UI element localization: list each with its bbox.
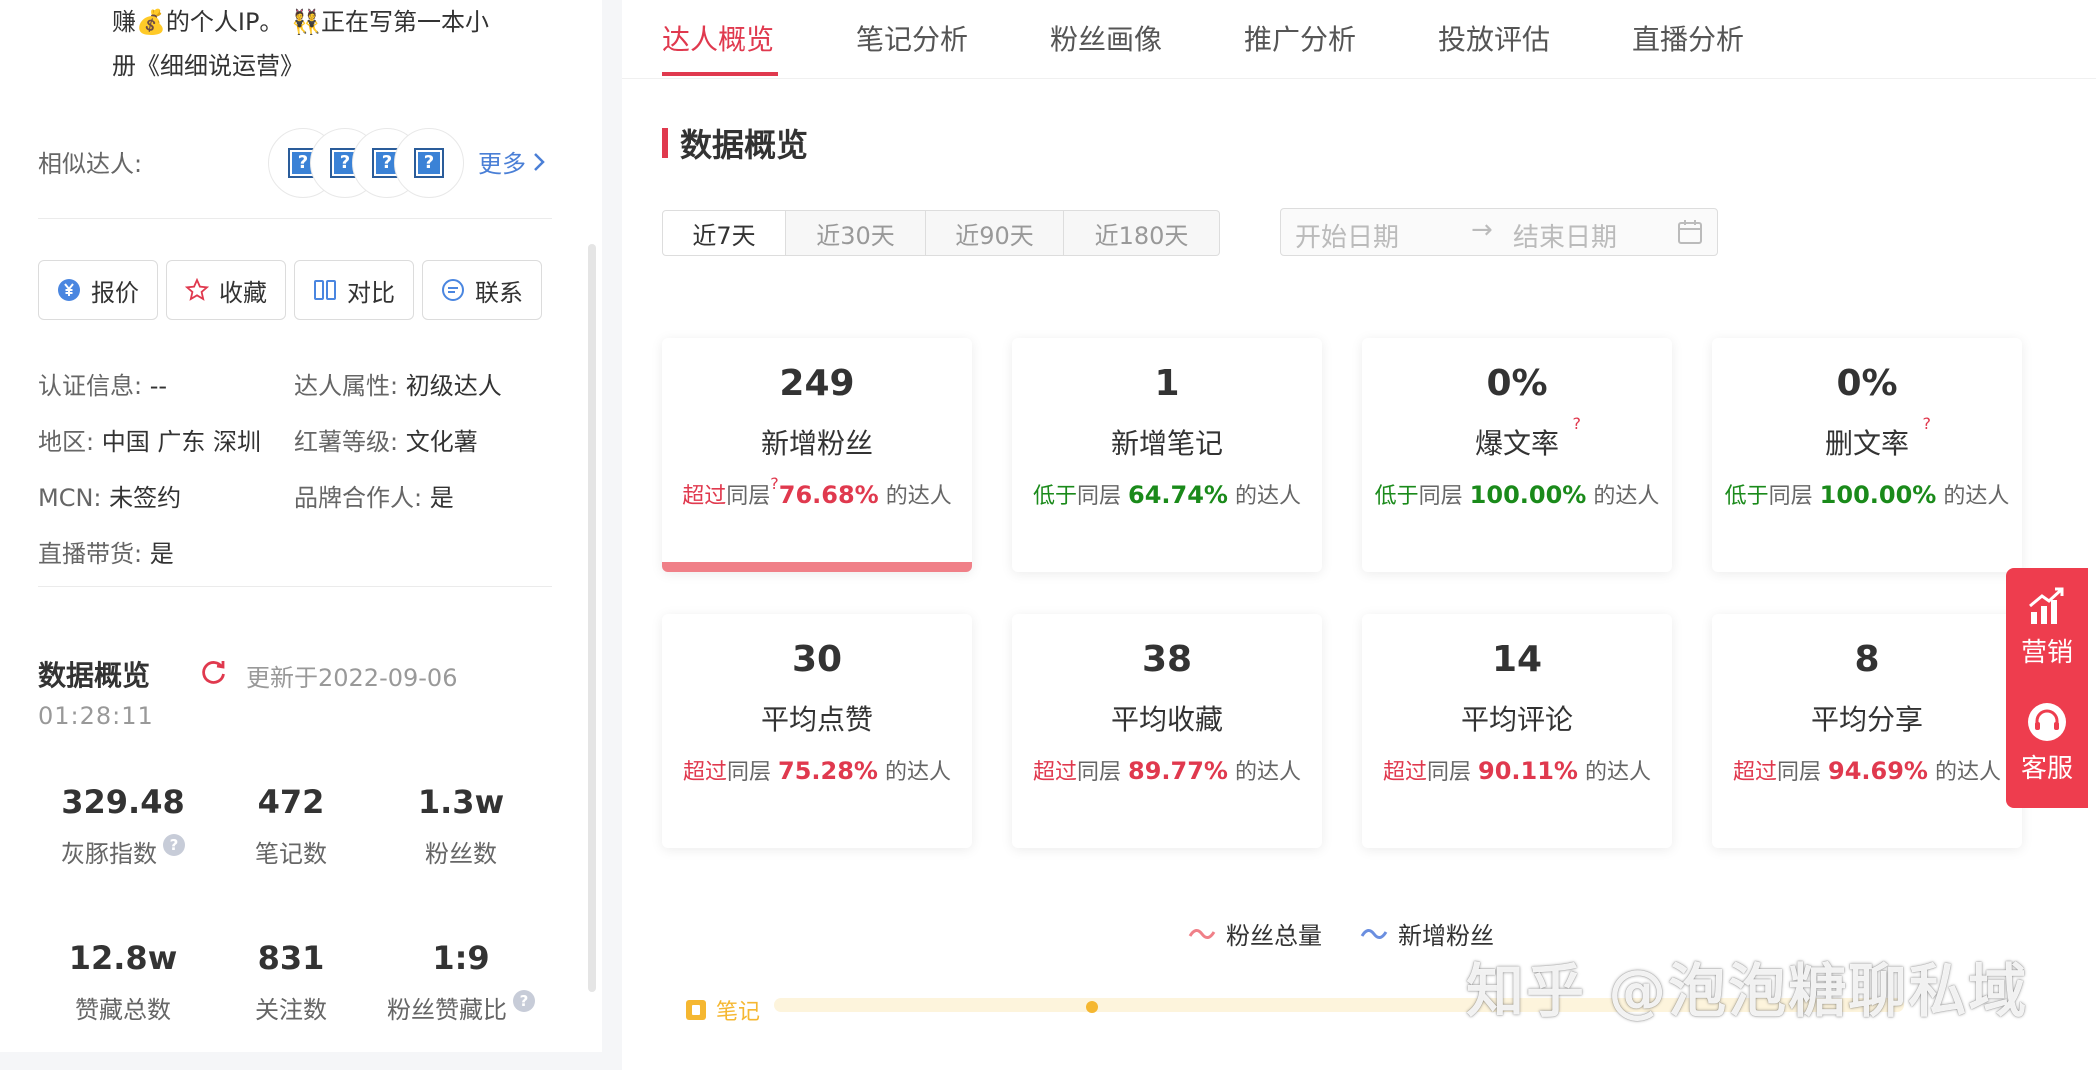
note-icon bbox=[686, 1000, 706, 1020]
favorite-button[interactable]: 收藏 bbox=[166, 260, 286, 320]
start-date-field[interactable]: 开始日期 bbox=[1295, 217, 1399, 254]
floating-side-widget: 营销 客服 bbox=[2006, 568, 2088, 808]
divider bbox=[38, 218, 552, 219]
active-tab-indicator bbox=[662, 72, 778, 76]
brand-info: 品牌合作人: 是 bbox=[294, 484, 454, 512]
section-marker bbox=[662, 128, 668, 158]
card-avg-comments[interactable]: 14 平均评论 超过同层 90.11% 的达人 bbox=[1362, 614, 1672, 848]
help-icon[interactable]: ? bbox=[163, 834, 185, 856]
tab-evaluation[interactable]: 投放评估 bbox=[1438, 18, 1550, 58]
card-new-notes[interactable]: 1 新增笔记 低于同层 64.74% 的达人 bbox=[1012, 338, 1322, 572]
star-icon bbox=[185, 278, 209, 301]
headset-icon bbox=[2028, 703, 2066, 741]
live-info: 直播带货: 是 bbox=[38, 540, 174, 568]
selected-indicator bbox=[662, 562, 972, 572]
tab-fans[interactable]: 粉丝画像 bbox=[1050, 18, 1162, 58]
marketing-button[interactable]: 营销 bbox=[2006, 584, 2088, 669]
timeline-point[interactable] bbox=[1086, 1001, 1098, 1013]
help-icon[interactable]: ? bbox=[1573, 414, 1582, 433]
scrollbar[interactable] bbox=[588, 244, 596, 992]
tab-promotion[interactable]: 推广分析 bbox=[1244, 18, 1356, 58]
date-range-picker[interactable]: 开始日期 → 结束日期 bbox=[1280, 208, 1718, 256]
region-info: 地区: 中国 广东 深圳 bbox=[38, 428, 261, 456]
end-date-field[interactable]: 结束日期 bbox=[1513, 217, 1617, 254]
stat-ratio: 1:9 粉丝赞藏比? bbox=[376, 938, 546, 1025]
divider bbox=[38, 586, 552, 587]
range-7d[interactable]: 近7天 bbox=[662, 210, 786, 256]
chart-legend: 粉丝总量 新增粉丝 bbox=[1188, 916, 1494, 951]
card-avg-likes[interactable]: 30 平均点赞 超过同层 75.28% 的达人 bbox=[662, 614, 972, 848]
mcn-info: MCN: 未签约 bbox=[38, 484, 182, 512]
tab-overview[interactable]: 达人概览 bbox=[662, 18, 774, 58]
tab-bar: 达人概览 笔记分析 粉丝画像 推广分析 投放评估 直播分析 bbox=[622, 0, 2096, 80]
quote-button[interactable]: 报价 bbox=[38, 260, 158, 320]
main-panel: 达人概览 笔记分析 粉丝画像 推广分析 投放评估 直播分析 数据概览 近7天 近… bbox=[622, 0, 2096, 1070]
customer-service-button[interactable]: 客服 bbox=[2006, 700, 2088, 785]
similar-label: 相似达人: bbox=[38, 150, 143, 178]
range-90d[interactable]: 近90天 bbox=[926, 210, 1064, 256]
cert-info: 认证信息: -- bbox=[38, 372, 168, 400]
stat-fans: 1.3w 粉丝数 bbox=[417, 783, 505, 868]
calendar-icon bbox=[1678, 220, 1702, 244]
help-icon[interactable]: ? bbox=[1923, 414, 1932, 433]
updated-at: 更新于2022-09-06 bbox=[246, 664, 458, 692]
more-link[interactable]: 更多 bbox=[478, 144, 546, 179]
range-30d[interactable]: 近30天 bbox=[786, 210, 926, 256]
wave-icon bbox=[1188, 928, 1216, 939]
section-title: 数据概览 bbox=[680, 126, 809, 164]
stat-index: 329.48 灰豚指数? bbox=[61, 783, 185, 868]
stat-notes: 472 笔记数 bbox=[255, 783, 327, 868]
chevron-right-icon bbox=[532, 150, 546, 178]
notes-timeline-label: 笔记 bbox=[686, 994, 760, 1026]
profile-panel: 赚💰的个人IP。 👯正在写第一本小 册《细细说运营》 相似达人: ? ? ? ?… bbox=[0, 0, 602, 1052]
refresh-icon[interactable] bbox=[200, 658, 228, 686]
growth-chart-icon bbox=[2029, 587, 2064, 624]
avatar[interactable]: ? bbox=[394, 128, 464, 198]
range-180d[interactable]: 近180天 bbox=[1064, 210, 1220, 256]
arrow-right-icon: → bbox=[1471, 215, 1493, 245]
chat-icon bbox=[442, 279, 464, 301]
bio-line-1: 赚💰的个人IP。 👯正在写第一本小 bbox=[112, 8, 489, 36]
overview-title: 数据概览 bbox=[38, 659, 151, 692]
level-info: 红薯等级: 文化薯 bbox=[294, 428, 478, 456]
card-delete-rate[interactable]: 0% 删文率? 低于同层 100.00% 的达人 bbox=[1712, 338, 2022, 572]
action-buttons: 报价 收藏 对比 联系 bbox=[38, 260, 542, 320]
attr-info: 达人属性: 初级达人 bbox=[294, 372, 502, 400]
card-avg-favorites[interactable]: 38 平均收藏 超过同层 89.77% 的达人 bbox=[1012, 614, 1322, 848]
watermark: 知乎 @泡泡糖聊私域 bbox=[1466, 957, 2029, 1025]
card-avg-shares[interactable]: 8 平均分享 超过同层 94.69% 的达人 bbox=[1712, 614, 2022, 848]
compare-icon bbox=[314, 280, 336, 300]
bio: 赚💰的个人IP。 👯正在写第一本小 册《细细说运营》 bbox=[112, 0, 552, 88]
wave-icon bbox=[1360, 928, 1388, 939]
card-hit-rate[interactable]: 0% 爆文率? 低于同层 100.00% 的达人 bbox=[1362, 338, 1672, 572]
updated-time: 01:28:11 bbox=[38, 702, 154, 730]
help-icon[interactable]: ? bbox=[513, 990, 535, 1012]
tab-live[interactable]: 直播分析 bbox=[1632, 18, 1744, 58]
legend-total-fans[interactable]: 粉丝总量 bbox=[1188, 916, 1322, 951]
yen-icon bbox=[58, 279, 80, 301]
card-new-fans[interactable]: 249 新增粉丝 超过同层?76.68% 的达人 bbox=[662, 338, 972, 572]
help-icon[interactable]: ? bbox=[770, 474, 779, 493]
contact-button[interactable]: 联系 bbox=[422, 260, 542, 320]
stat-likes: 12.8w 赞藏总数 bbox=[68, 939, 178, 1024]
range-selector: 近7天 近30天 近90天 近180天 bbox=[662, 210, 1220, 256]
divider bbox=[622, 78, 2096, 79]
stat-following: 831 关注数 bbox=[255, 939, 327, 1024]
bio-line-2: 册《细细说运营》 bbox=[112, 52, 304, 80]
compare-button[interactable]: 对比 bbox=[294, 260, 414, 320]
tab-notes[interactable]: 笔记分析 bbox=[856, 18, 968, 58]
